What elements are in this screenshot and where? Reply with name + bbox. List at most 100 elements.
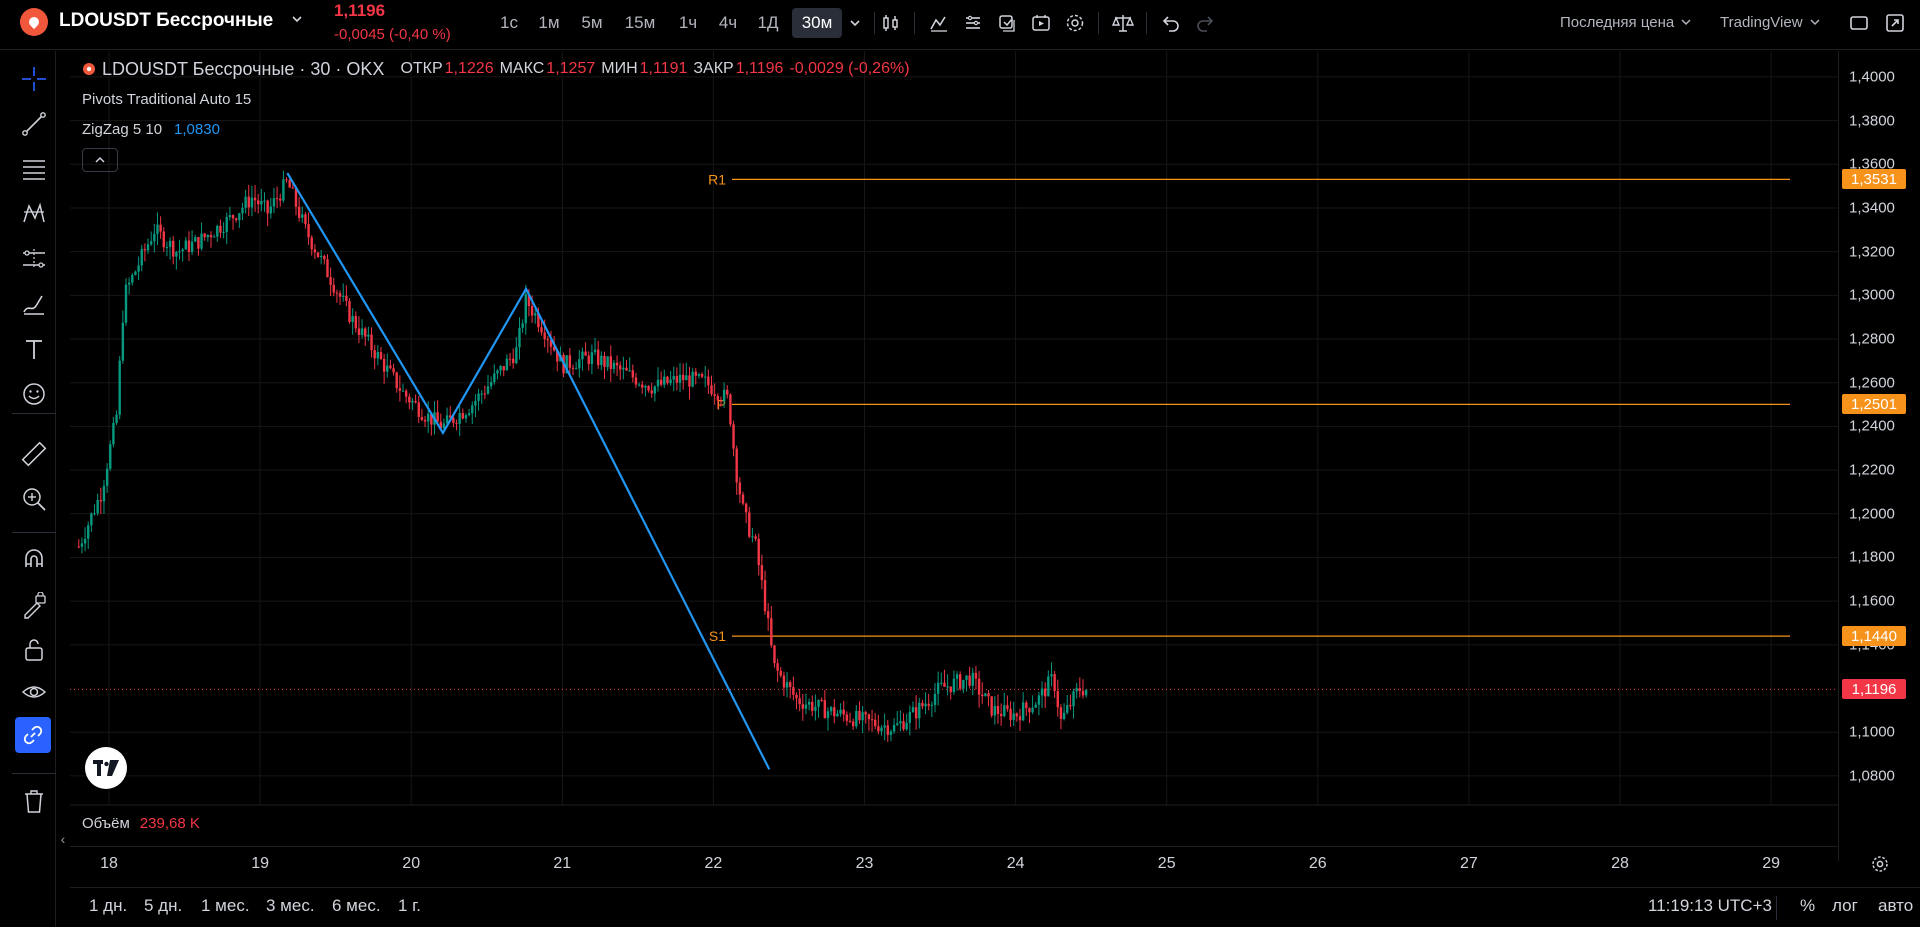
candle-body	[678, 374, 682, 383]
candle-body	[710, 385, 713, 395]
candle-body	[357, 328, 361, 335]
range-5d-button[interactable]: 5 дн.	[144, 896, 182, 916]
zigzag-indicator-label[interactable]: ZigZag 5 10	[82, 121, 162, 138]
pivots-indicator-label[interactable]: Pivots Traditional Auto 15	[82, 91, 251, 108]
candle-body	[467, 413, 471, 416]
candle-body	[285, 179, 288, 181]
candle-body	[729, 394, 732, 425]
candle-body	[574, 368, 578, 370]
candle-body	[102, 485, 106, 502]
time-tick-label: 27	[1459, 855, 1478, 872]
candle-body	[855, 710, 858, 727]
candle-body	[694, 371, 697, 376]
axis-settings-icon[interactable]	[1866, 850, 1894, 878]
candle-body	[297, 206, 301, 218]
clock-timezone[interactable]: 11:19:13 UTC+3	[1648, 896, 1772, 916]
tradingview-logo-icon[interactable]	[85, 747, 127, 789]
candle-body	[364, 328, 367, 337]
candle-body	[499, 365, 502, 371]
range-1d-button[interactable]: 1 дн.	[89, 896, 127, 916]
candle-body	[738, 482, 742, 495]
candle-body	[1066, 705, 1069, 713]
candle-body	[105, 468, 109, 486]
candle-body	[1028, 708, 1031, 713]
candle-body	[124, 284, 128, 323]
zigzag-value: 1,0830	[174, 120, 220, 138]
candle-body	[735, 448, 738, 483]
open-label: ОТКР	[400, 60, 443, 77]
price-tick-label: 1,3800	[1849, 112, 1895, 130]
log-toggle[interactable]: лог	[1832, 896, 1858, 916]
candle-body	[426, 413, 430, 422]
candle-body	[348, 300, 351, 322]
range-1y-button[interactable]: 1 г.	[398, 896, 421, 916]
candle-body	[763, 580, 767, 612]
candle-body	[914, 707, 918, 719]
time-tick-label: 26	[1308, 855, 1327, 872]
candle-body	[833, 707, 836, 717]
legend-title[interactable]: LDOUSDT Бессрочные · 30 · OKX	[102, 59, 384, 80]
candle-body	[1015, 713, 1019, 717]
volume-legend[interactable]: Объём 239,68 K	[82, 815, 200, 832]
candle-body	[754, 536, 757, 539]
candle-body	[386, 365, 389, 372]
candle-body	[899, 721, 902, 724]
pivot-price-badge-r1: 1,3531	[1842, 169, 1906, 190]
candle-body	[927, 703, 930, 706]
candle-body	[342, 295, 345, 297]
candle-body	[637, 384, 641, 386]
candle-body	[958, 674, 962, 689]
percent-toggle[interactable]: %	[1800, 896, 1815, 916]
candle-body	[1078, 688, 1082, 691]
auto-toggle[interactable]: авто	[1878, 896, 1913, 916]
candle-body	[877, 726, 880, 732]
candle-body	[924, 703, 927, 707]
candle-body	[80, 543, 84, 547]
candle-body	[398, 388, 402, 391]
candle-body	[656, 379, 660, 387]
candle-body	[260, 200, 263, 205]
candle-body	[1025, 702, 1028, 709]
candle-body	[212, 236, 216, 238]
candle-body	[1062, 712, 1066, 720]
candle-body	[162, 231, 165, 248]
time-axis[interactable]: 18 19 20 21 22 23 24 25 26 27 28 29	[70, 846, 1838, 882]
candle-body	[845, 714, 849, 721]
pivot-price-badge-p: 1,2501	[1842, 394, 1906, 415]
price-axis[interactable]: 1,4000 1,3800 1,3600 1,3400 1,3200 1,3000 1,28…	[1838, 51, 1920, 861]
candle-body	[820, 699, 823, 701]
range-6m-button[interactable]: 6 мес.	[332, 896, 381, 916]
candle-body	[231, 215, 235, 219]
legend-pivots-row[interactable]: Pivots Traditional Auto 15	[82, 88, 910, 110]
candle-body	[480, 393, 483, 395]
candle-body	[502, 365, 505, 371]
candle-body	[96, 499, 99, 514]
candle-body	[131, 274, 134, 283]
candle-body	[219, 225, 222, 233]
candle-body	[619, 365, 622, 370]
candle-body	[345, 295, 348, 301]
range-1m-button[interactable]: 1 мес.	[201, 896, 250, 916]
candle-body	[275, 198, 279, 200]
snapshot-icon[interactable]	[1880, 9, 1910, 37]
candle-body	[197, 237, 200, 249]
time-tick-label: 25	[1157, 855, 1176, 872]
candle-body	[930, 704, 934, 706]
candle-body	[606, 356, 609, 367]
candle-body	[984, 693, 987, 697]
candle-body	[395, 372, 398, 389]
candle-body	[1056, 691, 1059, 708]
candle-body	[590, 352, 594, 365]
candle-body	[534, 313, 537, 316]
candle-body	[867, 714, 871, 720]
candle-body	[719, 400, 723, 402]
candle-body	[581, 351, 584, 360]
low-value: 1,1191	[639, 60, 688, 77]
volume-label: Объём	[82, 815, 130, 832]
range-3m-button[interactable]: 3 мес.	[266, 896, 315, 916]
candle-body	[993, 706, 997, 716]
legend-zigzag-row[interactable]: ZigZag 5 10 1,0830	[82, 118, 910, 140]
candle-body	[326, 259, 329, 278]
collapse-legend-button[interactable]	[82, 148, 118, 172]
fullscreen-icon[interactable]	[1844, 9, 1874, 37]
